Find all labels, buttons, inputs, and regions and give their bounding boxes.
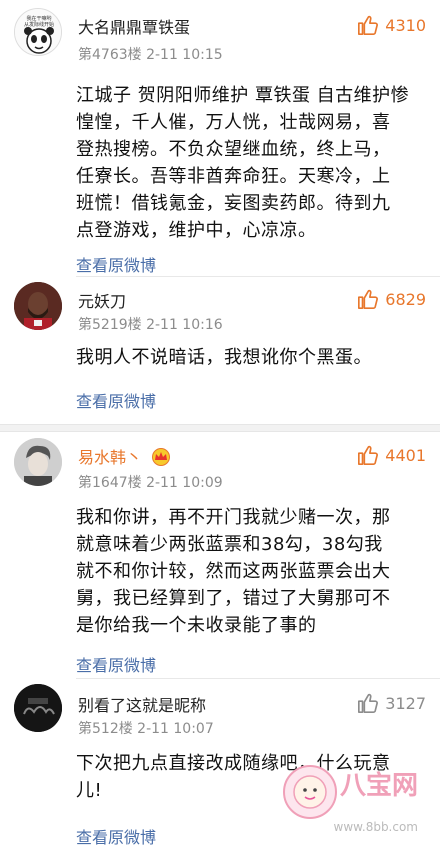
comment-line: 我明人不说暗话，我想讹你个黑蛋。 — [76, 347, 372, 368]
portrait-avatar-icon — [14, 438, 62, 486]
comment-line: 点登游戏，维护中，心凉凉。 — [76, 220, 317, 241]
like-count: 4310 — [385, 15, 426, 35]
author-name[interactable]: 别看了这就是昵称 — [78, 692, 206, 716]
like-count: 6829 — [385, 289, 426, 309]
floor-timestamp: 第4763楼 2-11 10:15 — [78, 47, 223, 63]
like-button[interactable]: 6829 — [357, 288, 426, 310]
weibo-comments-page: 我在干嘛哟 从发际线开始 大名鼎鼎覃铁蛋 第4763楼 2-11 10:15 4… — [0, 0, 440, 850]
author-name[interactable]: 易水韩丶 — [78, 444, 172, 470]
comment-text: 江城子 贺阴阳师维护 覃铁蛋 自古维护惨 惶惶，千人催，万人恍，壮哉网易，喜 登… — [76, 82, 416, 244]
avatar[interactable] — [14, 684, 62, 732]
like-count: 3127 — [385, 693, 426, 713]
view-original-weibo-link[interactable]: 查看原微博 — [76, 388, 156, 412]
view-original-weibo-link[interactable]: 查看原微博 — [76, 252, 156, 276]
floor-timestamp: 第1647楼 2-11 10:09 — [78, 475, 223, 491]
player-photo-avatar-icon — [14, 282, 62, 330]
comment-line: 班慌！借钱氪金，妄图卖药郎。待到九 — [76, 193, 391, 214]
author-name-text: 易水韩丶 — [78, 448, 143, 467]
thumbs-up-icon — [358, 693, 379, 713]
divider — [76, 678, 440, 679]
thumbs-up-icon — [358, 15, 379, 35]
comment-item: 我在干嘛哟 从发际线开始 大名鼎鼎覃铁蛋 第4763楼 2-11 10:15 4… — [0, 0, 440, 282]
comment-line: 登热搜榜。不负众望继血统，终上马， — [76, 139, 391, 160]
author-name[interactable]: 大名鼎鼎覃铁蛋 — [78, 14, 190, 38]
avatar-text-line1: 我在干嘛哟 — [26, 15, 51, 22]
baby-logo-icon — [283, 765, 337, 819]
comment-line: 任寮长。吾等非酋奔命狂。天寒冷，上 — [76, 166, 391, 187]
divider — [76, 276, 440, 277]
comment-line: 我和你讲，再不开门我就少赌一次，那 — [76, 507, 391, 528]
like-button[interactable]: 4401 — [357, 444, 426, 466]
panda-meme-avatar-icon: 我在干嘛哟 从发际线开始 — [15, 9, 61, 55]
comment-item: 元妖刀 第5219楼 2-11 10:16 6829 我明人不说暗话，我想讹你个… — [0, 278, 440, 418]
dark-avatar-icon — [14, 684, 62, 732]
comment-text: 我和你讲，再不开门我就少赌一次，那 就意味着少两张蓝票和38勾，38勾我 就不和… — [76, 504, 416, 639]
watermark-logo-text: 八宝网 — [339, 771, 418, 801]
floor-timestamp: 第5219楼 2-11 10:16 — [78, 317, 223, 333]
comment-line: 就意味着少两张蓝票和38勾，38勾我 — [76, 534, 383, 555]
section-divider — [0, 424, 440, 432]
comment-line: 惶惶，千人催，万人恍，壮哉网易，喜 — [76, 112, 391, 133]
avatar-text-line2: 从发际线开始 — [24, 21, 54, 28]
view-original-weibo-link[interactable]: 查看原微博 — [76, 652, 156, 676]
avatar[interactable] — [14, 438, 62, 486]
like-count: 4401 — [385, 445, 426, 465]
avatar[interactable] — [14, 282, 62, 330]
watermark-url: www.8bb.com — [333, 820, 418, 834]
avatar[interactable]: 我在干嘛哟 从发际线开始 — [14, 8, 62, 56]
thumbs-up-icon — [358, 289, 379, 309]
site-watermark: 八宝网 www.8bb.com — [283, 734, 432, 844]
comment-line: 舅，我已经算到了，错过了大舅那可不 — [76, 588, 391, 609]
comment-line: 是你给我一个未收录能了事的 — [76, 615, 317, 636]
crown-icon — [150, 448, 172, 470]
comment-line: 江城子 贺阴阳师维护 覃铁蛋 自古维护惨 — [76, 85, 410, 106]
thumbs-up-icon — [358, 445, 379, 465]
author-name[interactable]: 元妖刀 — [78, 288, 126, 312]
comment-line: 就不和你计较，然而这两张蓝票会出大 — [76, 561, 391, 582]
like-button[interactable]: 3127 — [357, 692, 426, 714]
floor-timestamp: 第512楼 2-11 10:07 — [78, 721, 214, 737]
like-button[interactable]: 4310 — [357, 14, 426, 36]
comment-item: 易水韩丶 第1647楼 2-11 10:09 4401 我和你讲，再不开门我就少… — [0, 432, 440, 682]
comment-text: 我明人不说暗话，我想讹你个黑蛋。 — [76, 344, 416, 371]
view-original-weibo-link[interactable]: 查看原微博 — [76, 824, 156, 848]
